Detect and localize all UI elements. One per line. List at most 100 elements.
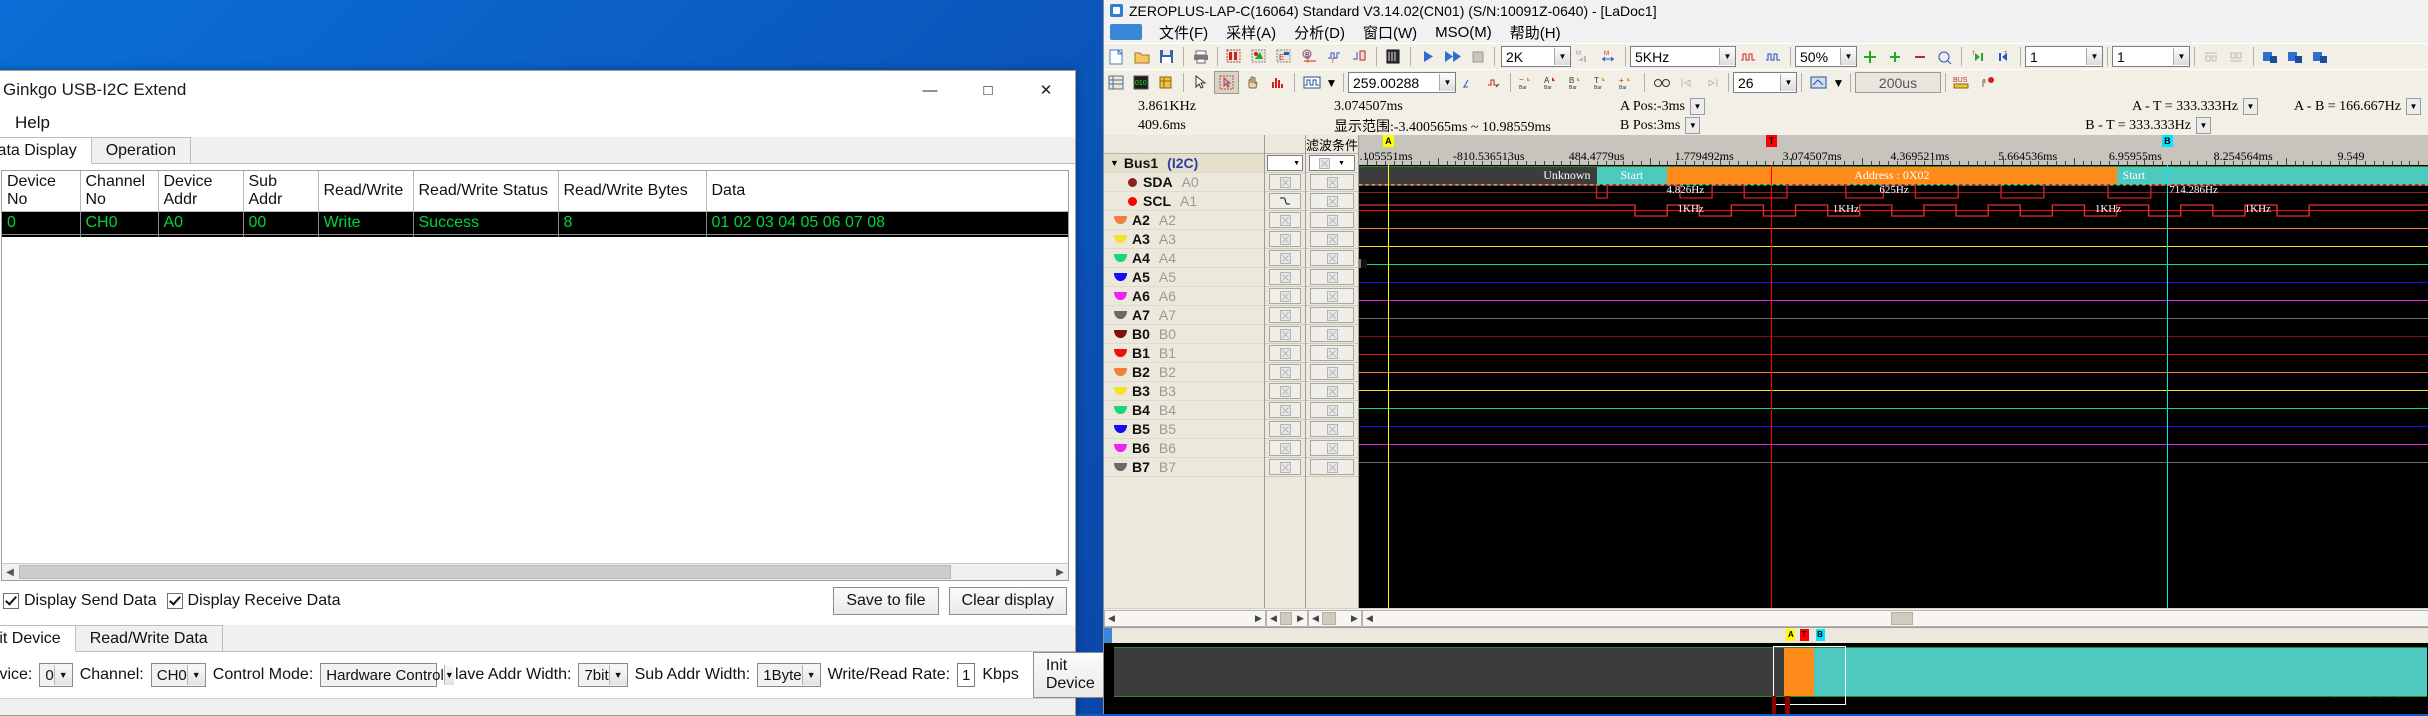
menu-item-sampling[interactable]: 采样(A) (1217, 21, 1285, 44)
prev-trigger-icon[interactable]: T (1967, 46, 1990, 67)
chevron-down-icon[interactable]: ▼ (1840, 48, 1856, 65)
print-icon[interactable] (1189, 46, 1212, 67)
waveform-scrollbar[interactable]: ◀ (1362, 609, 2428, 627)
menu-item-window[interactable]: 窗口(W) (1354, 21, 1426, 44)
filter-cell-a7[interactable] (1306, 306, 1358, 325)
channel-row-sda[interactable]: SDA A0 (1104, 173, 1264, 192)
goto-prev-edge-icon[interactable] (1457, 72, 1480, 93)
checkbox-display-send-data[interactable]: Display Send Data (3, 592, 157, 610)
channel-row-b6[interactable]: B6 B6 (1104, 439, 1264, 458)
log-horizontal-scrollbar[interactable]: ◀ ▶ (2, 563, 1068, 580)
cursor-line-a[interactable] (1387, 165, 1389, 608)
align-bottom-icon[interactable] (2225, 46, 2248, 67)
minus-bar-icon[interactable]: − Bar (1516, 72, 1539, 93)
trigger-cell-b7[interactable] (1265, 458, 1305, 477)
menu-item-mso[interactable]: MSO(M) (1426, 23, 1501, 42)
list-view-icon[interactable] (1105, 72, 1128, 93)
trigger-cell-b2[interactable] (1265, 363, 1305, 382)
close-button[interactable]: ✕ (1017, 71, 1075, 109)
falling-edge-icon[interactable] (1269, 193, 1301, 209)
overview-viewport-box[interactable] (1773, 646, 1847, 705)
page-b-select[interactable]: 1 ▼ (2112, 46, 2190, 67)
scroll-right-icon[interactable]: ▶ (1252, 613, 1265, 624)
filter-cell-a4[interactable] (1306, 249, 1358, 268)
scroll-left-icon[interactable]: ◀ (1309, 613, 1322, 624)
filter-cell-a2[interactable] (1306, 211, 1358, 230)
trigger-cell-scl[interactable] (1265, 192, 1305, 211)
init-device-button[interactable]: Init Device (1032, 652, 1108, 698)
channel-row-bus1[interactable]: ▼ Bus1 (I2C) (1104, 154, 1264, 173)
write-read-rate-input[interactable]: 1 (957, 663, 976, 687)
filter-cell-b1[interactable] (1306, 344, 1358, 363)
checkbox-display-receive-data[interactable]: Display Receive Data (166, 592, 340, 610)
menu-item-help[interactable]: Help (9, 111, 56, 135)
pointer-tool-icon[interactable] (1189, 72, 1212, 93)
filter-cell-a5[interactable] (1306, 268, 1358, 287)
goto-next-edge-icon[interactable] (1482, 72, 1505, 93)
measure-tool-icon[interactable] (1807, 72, 1830, 93)
overview-ruler[interactable] (1104, 628, 2428, 643)
menu-item-analysis[interactable]: 分析(D) (1285, 21, 1354, 44)
menu-item-help[interactable]: 帮助(H) (1501, 21, 1570, 44)
trigger-setup-icon[interactable]: BT (1298, 46, 1321, 67)
device-select[interactable]: 0 ▼ (39, 663, 73, 687)
checkbox-icon[interactable] (166, 593, 183, 609)
trigger-cell-a3[interactable] (1265, 230, 1305, 249)
filter-cell-b5[interactable] (1306, 420, 1358, 439)
trigger-cell-b1[interactable] (1265, 344, 1305, 363)
a-minus-b-dropdown-icon[interactable]: ▼ (2406, 98, 2421, 115)
scroll-left-icon[interactable]: ◀ (1363, 613, 1376, 624)
zoom-out-icon[interactable] (1908, 46, 1931, 67)
channel-row-scl[interactable]: SCL A1 (1104, 192, 1264, 211)
a-bar-icon[interactable]: A Bar (1541, 72, 1564, 93)
scroll-right-icon[interactable]: ▶ (1348, 613, 1361, 624)
channel-row-a5[interactable]: A5 A5 (1104, 268, 1264, 287)
chevron-down-icon[interactable]: ▼ (2173, 48, 2189, 65)
channel-row-a7[interactable]: A7 A7 (1104, 306, 1264, 325)
position-input[interactable]: 259.00288 ▼ (1348, 72, 1456, 93)
overview-start-marker[interactable] (1104, 628, 1112, 643)
trigger-cell-sda[interactable] (1265, 173, 1305, 192)
filter-cell-b0[interactable] (1306, 325, 1358, 344)
scroll-left-icon[interactable]: ◀ (1267, 613, 1280, 624)
search-prev-icon[interactable] (1675, 72, 1698, 93)
run-continuous-icon[interactable] (1441, 46, 1464, 67)
scrollbar-thumb[interactable] (1280, 611, 1292, 625)
zoom-fit-icon[interactable] (1858, 46, 1881, 67)
trigger-pulse-icon[interactable]: T (1323, 46, 1346, 67)
trigger-cell-a7[interactable] (1265, 306, 1305, 325)
memory-depth-icon[interactable] (1382, 46, 1405, 67)
duplicate-window-icon[interactable] (2284, 46, 2307, 67)
search-icon[interactable] (1650, 72, 1673, 93)
frequency-select[interactable]: 5KHz ▼ (1630, 46, 1736, 67)
trigger-cell-b5[interactable] (1265, 420, 1305, 439)
slave-addr-width-select[interactable]: 7bit ▼ (578, 663, 628, 687)
pane-resize-handle[interactable] (1359, 259, 1367, 268)
waveform-pane[interactable]: -2.105551ms-810.536513us484.4779us1.7794… (1359, 135, 2428, 608)
channel-row-b2[interactable]: B2 B2 (1104, 363, 1264, 382)
zoom-reset-icon[interactable] (1933, 46, 1956, 67)
save-icon[interactable] (1155, 46, 1178, 67)
time-ruler[interactable]: -2.105551ms-810.536513us484.4779us1.7794… (1359, 135, 2428, 165)
menu-item-file[interactable]: 文件(F) (1150, 21, 1217, 44)
bus-property-icon[interactable] (1223, 46, 1246, 67)
zoom-in-icon[interactable] (1883, 46, 1906, 67)
checkbox-icon[interactable] (3, 593, 19, 609)
chevron-down-icon[interactable]: ▼ (1554, 48, 1570, 65)
chevron-down-icon[interactable]: ▼ (186, 665, 205, 685)
overview-strip[interactable]: viewtool ATB (1104, 627, 2428, 714)
trigger-cell-a4[interactable] (1265, 249, 1305, 268)
chevron-down-icon[interactable]: ▼ (1439, 74, 1455, 91)
bus-segment[interactable]: Start (2116, 167, 2428, 184)
chevron-down-icon[interactable]: ▼ (801, 665, 820, 685)
tab-operation[interactable]: Operation (90, 137, 191, 163)
stop-icon[interactable] (1466, 46, 1489, 67)
minimize-button[interactable]: — (901, 71, 959, 109)
chevron-down-icon[interactable]: ▼ (1832, 72, 1845, 93)
histogram-icon[interactable] (1266, 72, 1289, 93)
align-top-icon[interactable] (2200, 46, 2223, 67)
channel-select[interactable]: CH0 ▼ (150, 663, 206, 687)
waveform-display-icon[interactable] (1300, 72, 1323, 93)
overview-cursor-t[interactable]: T (1799, 629, 1809, 641)
cursor-line-b[interactable] (2166, 165, 2168, 608)
